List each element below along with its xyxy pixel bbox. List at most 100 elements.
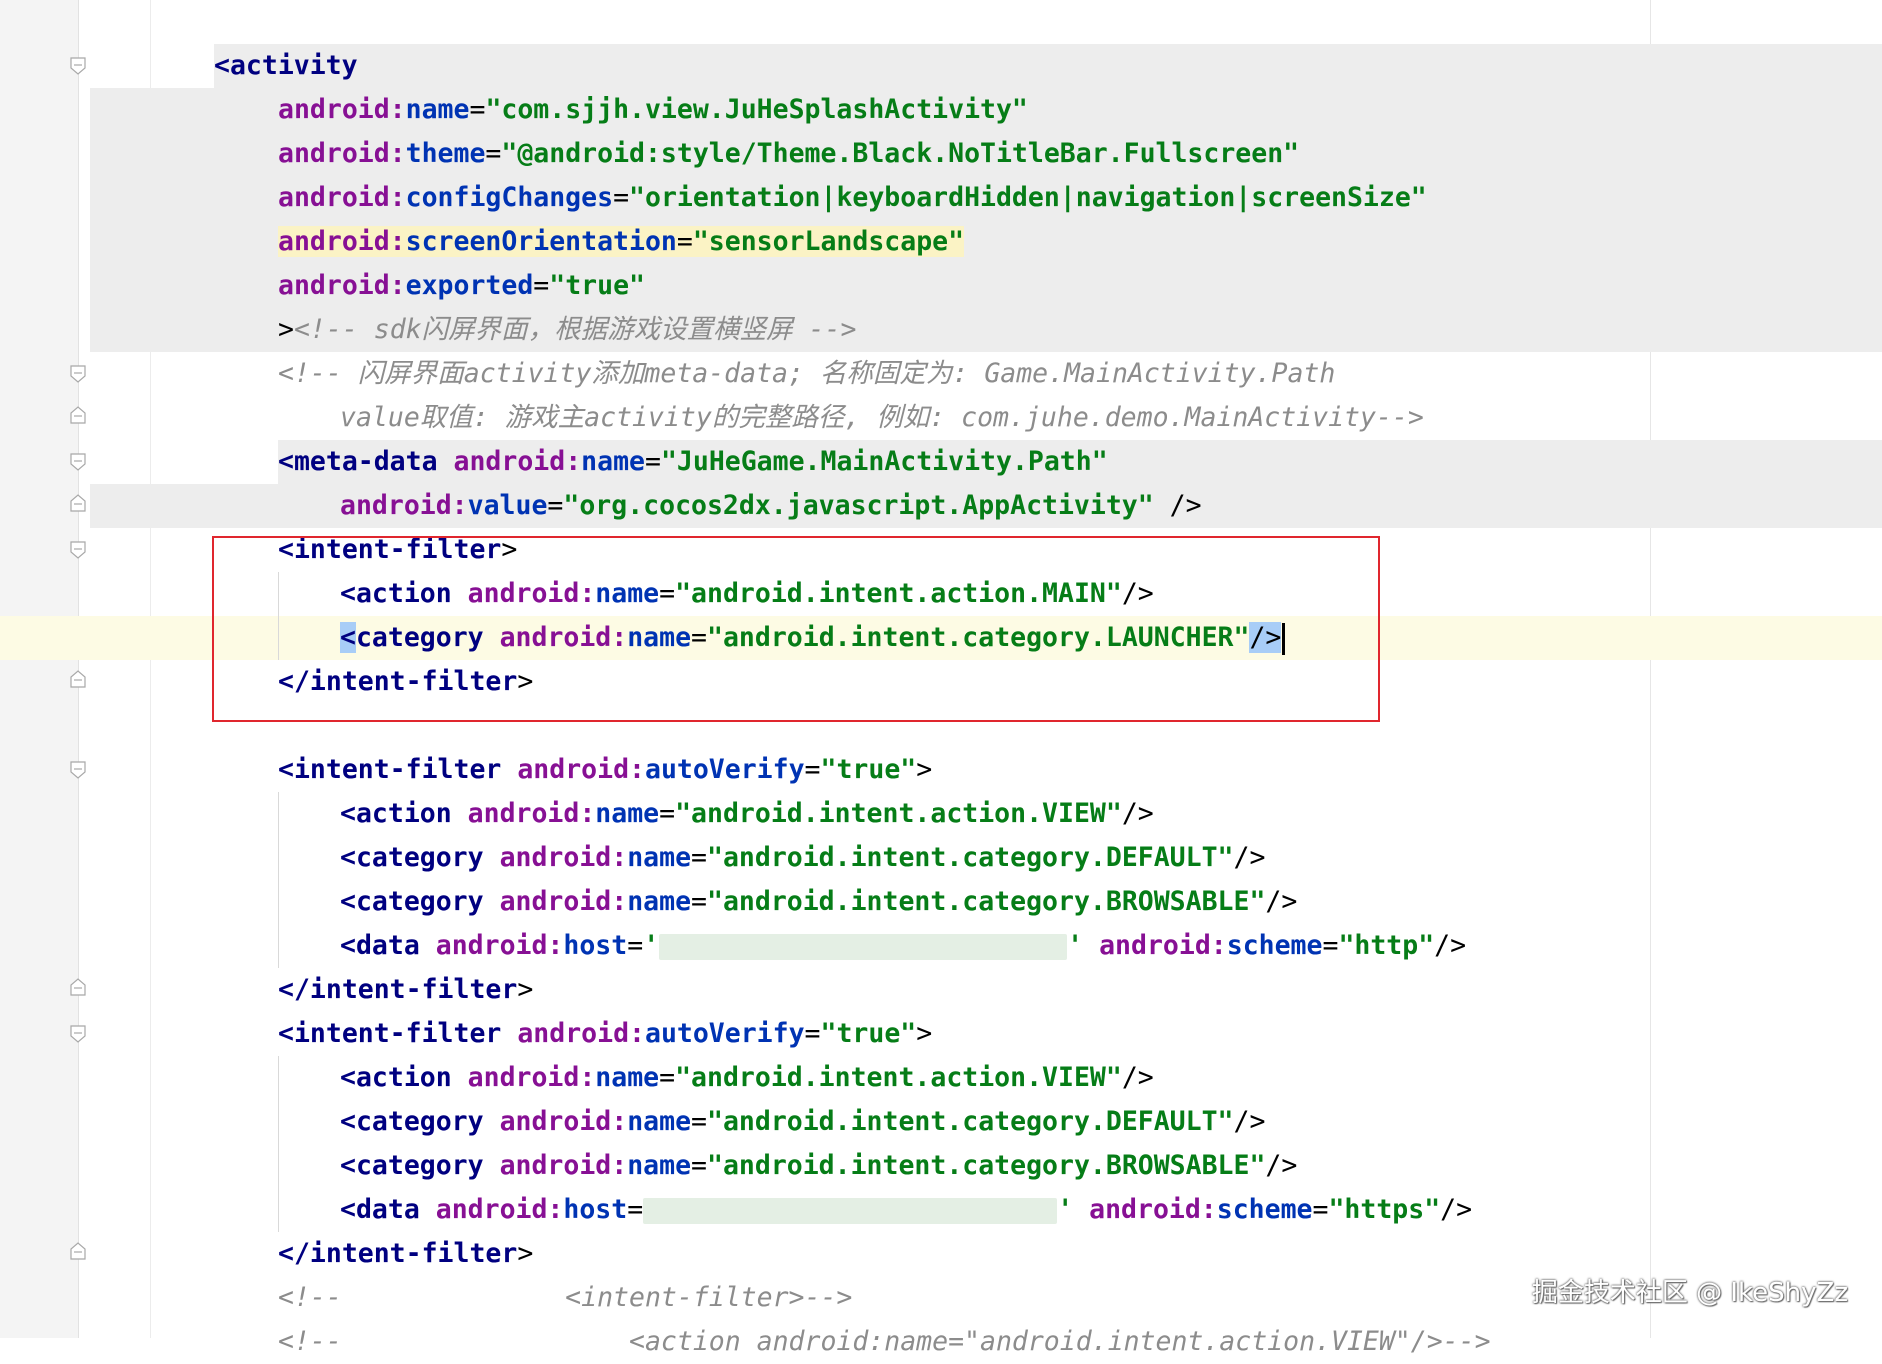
xml-punctuation: = (547, 490, 564, 521)
code-line[interactable]: <category android:name="android.intent.c… (340, 880, 1297, 924)
xml-punctuation: = (804, 754, 821, 785)
fold-marker-icon[interactable] (70, 453, 86, 471)
code-line[interactable]: <!-- 闪屏界面activity添加meta-data; 名称固定为: Gam… (278, 352, 1335, 396)
code-line[interactable]: android:screenOrientation="sensorLandsca… (278, 220, 965, 264)
xml-tag: <data (340, 930, 420, 961)
code-line[interactable]: <action android:name="android.intent.act… (340, 1056, 1154, 1100)
xml-tag: <category (340, 842, 484, 873)
code-line[interactable]: ><!-- sdk闪屏界面，根据游戏设置横竖屏 --> (278, 308, 856, 352)
xml-tag: <data (340, 1194, 420, 1225)
xml-namespace: android: (1089, 1194, 1217, 1225)
xml-punctuation: /> (1233, 842, 1266, 873)
xml-value: "com.sjjh.view.JuHeSplashActivity" (485, 94, 1028, 125)
xml-value: "org.cocos2dx.javascript.AppActivity" (563, 490, 1154, 521)
xml-attribute: name (405, 94, 470, 125)
code-line[interactable]: </intent-filter> (278, 1232, 533, 1276)
code-line[interactable]: <category android:name="android.intent.c… (340, 1100, 1265, 1144)
xml-value: "https" (1328, 1194, 1441, 1225)
xml-namespace: android: (278, 138, 406, 169)
fold-marker-icon[interactable] (70, 761, 86, 779)
code-line[interactable]: <action android:name="android.intent.act… (340, 792, 1154, 836)
code-line[interactable]: <!-- <intent-filter>--> (278, 1276, 852, 1320)
xml-value: "http" (1338, 930, 1435, 961)
xml-punctuation: = (691, 886, 707, 917)
xml-punctuation: /> (1265, 886, 1298, 917)
xml-punctuation: = (613, 182, 630, 213)
code-line[interactable]: android:name="com.sjjh.view.JuHeSplashAc… (278, 88, 1028, 132)
xml-namespace: android: (517, 754, 645, 785)
xml-comment: <!-- sdk闪屏界面，根据游戏设置横竖屏 --> (293, 314, 857, 345)
xml-punctuation: /> (1121, 1062, 1154, 1093)
xml-punctuation: > (916, 754, 933, 785)
xml-attribute: name (595, 798, 660, 829)
code-line[interactable]: <category android:name="android.intent.c… (340, 1144, 1297, 1188)
redacted-host (643, 1197, 1058, 1224)
xml-punctuation: = (804, 1018, 821, 1049)
fold-marker-icon[interactable] (70, 406, 86, 424)
xml-value: ' (1067, 930, 1084, 961)
xml-punctuation: > (517, 974, 534, 1005)
xml-attribute: scheme (1216, 1194, 1313, 1225)
xml-punctuation: /> (1265, 1150, 1298, 1181)
xml-value: "android.intent.category.DEFAULT" (707, 1106, 1234, 1137)
watermark: 掘金技术社区 @ IkeShyZz (1531, 1278, 1848, 1308)
xml-attribute: host (563, 1194, 628, 1225)
xml-punctuation: = (1312, 1194, 1329, 1225)
xml-value: "android.intent.action.VIEW" (675, 1062, 1122, 1093)
xml-attribute: exported (405, 270, 534, 301)
xml-punctuation: > (278, 314, 294, 345)
fold-marker-icon[interactable] (70, 365, 86, 383)
code-line[interactable]: android:theme="@android:style/Theme.Blac… (278, 132, 1299, 176)
xml-value: "orientation|keyboardHidden|navigation|s… (629, 182, 1427, 213)
fold-marker-icon[interactable] (70, 494, 86, 512)
xml-punctuation: = (469, 94, 486, 125)
xml-value: "sensorLandscape" (692, 226, 965, 257)
xml-tag: <intent-filter (278, 754, 502, 785)
fold-marker-icon[interactable] (70, 670, 86, 688)
fold-marker-icon[interactable] (70, 1242, 86, 1260)
code-line[interactable]: <intent-filter android:autoVerify="true"… (278, 1012, 932, 1056)
code-line[interactable]: <meta-data android:name="JuHeGame.MainAc… (278, 440, 1108, 484)
xml-namespace: android: (278, 94, 406, 125)
xml-namespace: android: (278, 226, 406, 257)
fold-marker-icon[interactable] (70, 978, 86, 996)
xml-punctuation: = (533, 270, 550, 301)
code-line[interactable]: <activity (214, 44, 358, 88)
scope-highlight (214, 44, 1882, 88)
xml-punctuation: /> (1233, 1106, 1266, 1137)
xml-punctuation: = (691, 1106, 707, 1137)
code-line[interactable]: <intent-filter android:autoVerify="true"… (278, 748, 932, 792)
occurrence-highlight: android:screenOrientation="sensorLandsca… (278, 226, 965, 257)
xml-punctuation: = (691, 842, 707, 873)
code-line[interactable]: </intent-filter> (278, 968, 533, 1012)
xml-attribute: autoVerify (644, 1018, 805, 1049)
xml-value: "android.intent.category.DEFAULT" (707, 842, 1234, 873)
xml-punctuation: = (691, 1150, 707, 1181)
editor-gutter[interactable] (0, 0, 78, 1338)
code-line[interactable]: android:value="org.cocos2dx.javascript.A… (340, 484, 1202, 528)
xml-tag: <category (340, 1106, 484, 1137)
code-line[interactable]: <category android:name="android.intent.c… (340, 836, 1265, 880)
xml-value: ' (643, 930, 660, 961)
code-editor[interactable]: <activity android:name="com.sjjh.view.Ju… (0, 0, 1882, 1357)
code-line[interactable]: <data android:host=' ' android:scheme="ht… (340, 924, 1466, 968)
fold-marker-icon[interactable] (70, 541, 86, 559)
xml-namespace: android: (517, 1018, 645, 1049)
code-line[interactable]: value取值: 游戏主activity的完整路径, 例如: com.juhe.… (340, 396, 1424, 440)
xml-namespace: android: (278, 270, 406, 301)
xml-punctuation: /> (1434, 930, 1467, 961)
fold-marker-icon[interactable] (70, 57, 86, 75)
xml-namespace: android: (340, 490, 468, 521)
code-line[interactable]: android:exported="true" (278, 264, 645, 308)
code-line[interactable]: android:configChanges="orientation|keybo… (278, 176, 1427, 220)
code-line[interactable]: <!-- <action android:name="android.inten… (278, 1320, 1491, 1364)
xml-attribute: host (563, 930, 628, 961)
xml-comment: <!-- <intent-filter>--> (278, 1282, 853, 1313)
xml-attribute: name (595, 1062, 660, 1093)
xml-attribute: scheme (1226, 930, 1323, 961)
xml-tag: </intent-filter (278, 974, 518, 1005)
code-line[interactable]: <data android:host= ' android:scheme="htt… (340, 1188, 1472, 1232)
xml-value: "android.intent.category.BROWSABLE" (707, 1150, 1266, 1181)
xml-comment: <!-- <action android:name="android.inten… (278, 1326, 1491, 1357)
fold-marker-icon[interactable] (70, 1025, 86, 1043)
